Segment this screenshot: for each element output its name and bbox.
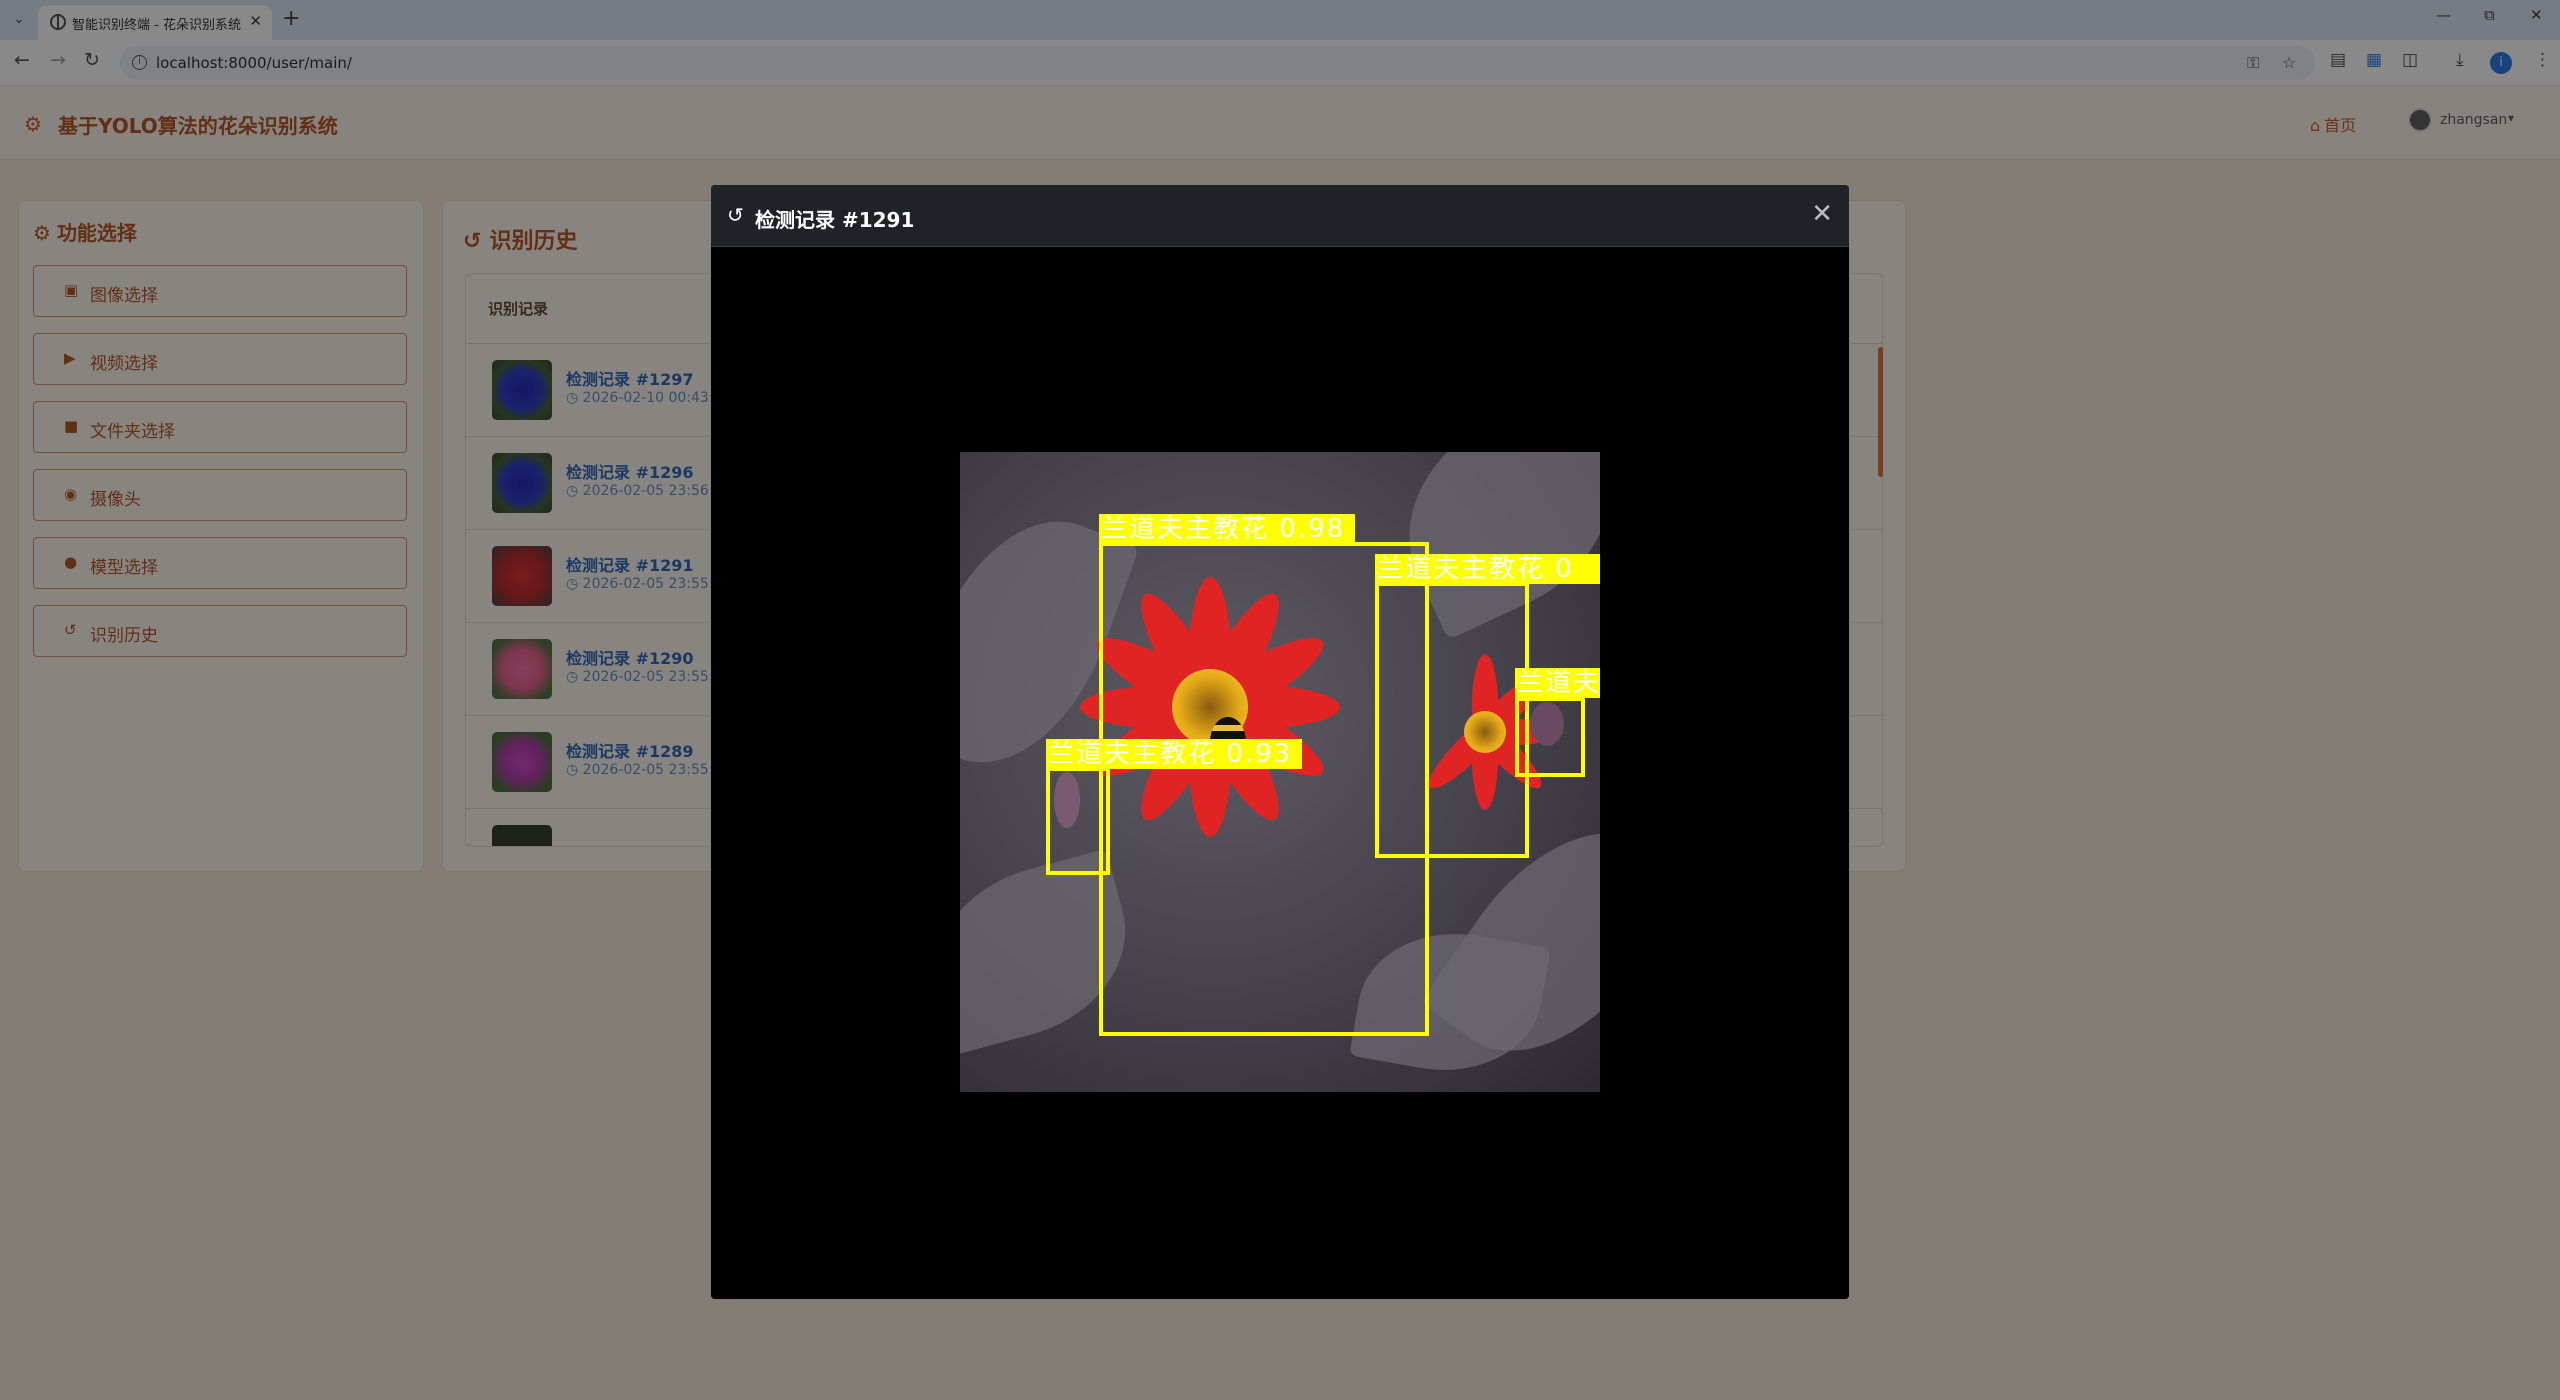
close-icon[interactable]: ✕ [1811,199,1833,229]
detection-modal: ↺ 检测记录 #1291 ✕ 兰道夫主教花 0.98 兰道夫主教花 0 兰道夫 … [711,185,1849,1299]
detection-image: 兰道夫主教花 0.98 兰道夫主教花 0 兰道夫 兰道夫主教花 0.93 [960,452,1600,1092]
detection-label: 兰道夫主教花 0 [1375,554,1600,584]
modal-header: ↺ 检测记录 #1291 ✕ [711,185,1849,247]
detection-box [1515,697,1585,777]
modal-title: 检测记录 #1291 [755,208,915,232]
detection-label: 兰道夫 [1515,668,1600,698]
detection-label: 兰道夫主教花 0.93 [1046,739,1302,769]
history-icon: ↺ [727,203,744,227]
detection-box [1375,582,1529,858]
detection-box [1046,767,1110,875]
detection-label: 兰道夫主教花 0.98 [1099,514,1355,544]
modal-body: 兰道夫主教花 0.98 兰道夫主教花 0 兰道夫 兰道夫主教花 0.93 [711,247,1849,1299]
